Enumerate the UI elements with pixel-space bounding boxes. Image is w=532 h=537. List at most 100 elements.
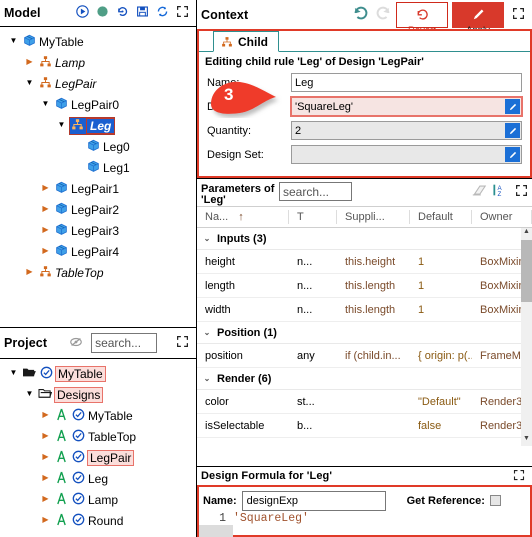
chevron-down-icon[interactable]: ⌄ bbox=[197, 328, 217, 337]
column-header-supplier[interactable]: Suppli... bbox=[337, 210, 410, 224]
project-tree-item[interactable]: TableTop bbox=[0, 426, 196, 447]
expand-icon[interactable] bbox=[176, 335, 189, 351]
model-tree-item[interactable]: LegPair1 bbox=[0, 178, 196, 199]
project-tree-item[interactable]: Lamp bbox=[0, 489, 196, 510]
model-tree-item[interactable]: LegPair2 bbox=[0, 199, 196, 220]
expand-icon[interactable] bbox=[512, 7, 525, 23]
parameters-group-row[interactable]: ⌄ Render (6) bbox=[197, 368, 521, 390]
expand-icon[interactable] bbox=[515, 184, 528, 200]
model-tree-item[interactable]: LegPair bbox=[0, 73, 196, 94]
chevron-right-icon[interactable] bbox=[40, 225, 51, 236]
save-icon[interactable] bbox=[136, 5, 149, 21]
context-field-input[interactable]: Leg bbox=[291, 73, 522, 92]
context-field-input[interactable] bbox=[291, 145, 522, 164]
formula-code-line[interactable]: 1 'SquareLeg' bbox=[199, 512, 530, 525]
model-tree[interactable]: MyTable Lamp LegPair LegPair0 Leg Leg0 Leg1 Leg… bbox=[0, 27, 196, 327]
project-tree-item[interactable]: LegPair bbox=[0, 447, 196, 468]
project-tree[interactable]: MyTable Designs MyTable TableTop LegPair Leg L… bbox=[0, 359, 196, 537]
edit-pencil-icon[interactable] bbox=[505, 147, 520, 162]
chevron-right-icon[interactable] bbox=[40, 452, 51, 463]
chevron-right-icon[interactable] bbox=[40, 473, 51, 484]
edit-pencil-icon[interactable] bbox=[505, 123, 520, 138]
chevron-down-icon[interactable] bbox=[24, 78, 35, 89]
apply-button[interactable]: Apply bbox=[452, 1, 504, 36]
parameters-group-row[interactable]: ⌄ Inputs (3) bbox=[197, 228, 521, 250]
project-tree-item[interactable]: MyTable bbox=[0, 405, 196, 426]
parameters-row[interactable]: color st... "Default" Render3M... bbox=[197, 390, 521, 414]
parameters-search-input[interactable]: search... bbox=[279, 182, 352, 201]
parameters-row[interactable]: length n... this.length 1 BoxMixin bbox=[197, 274, 521, 298]
parameters-row[interactable]: position any if (child.in... { origin: p(..… bbox=[197, 344, 521, 368]
chevron-right-icon[interactable] bbox=[24, 57, 35, 68]
sort-az-icon[interactable]: AZ bbox=[493, 183, 509, 200]
chevron-down-icon[interactable] bbox=[24, 389, 35, 400]
run-icon[interactable] bbox=[76, 5, 89, 21]
parameters-row[interactable]: width n... this.length 1 BoxMixin bbox=[197, 298, 521, 322]
design-icon bbox=[54, 450, 68, 466]
chevron-right-icon[interactable] bbox=[24, 267, 35, 278]
project-tree-item-label: Leg bbox=[88, 471, 109, 486]
parameters-scrollbar[interactable]: ▲ ▼ bbox=[521, 228, 532, 446]
model-tree-item[interactable]: Leg bbox=[0, 115, 196, 136]
column-header-type[interactable]: T bbox=[289, 210, 337, 224]
chevron-down-icon[interactable] bbox=[40, 99, 51, 110]
scroll-down-arrow[interactable]: ▼ bbox=[521, 435, 532, 446]
project-tree-item[interactable]: MyTable bbox=[0, 363, 196, 384]
model-tree-item[interactable]: LegPair0 bbox=[0, 94, 196, 115]
context-field-input[interactable]: 2 bbox=[291, 121, 522, 140]
check-circle-icon[interactable] bbox=[71, 492, 85, 508]
history-icon[interactable] bbox=[116, 5, 129, 21]
revert-button[interactable]: Revert bbox=[396, 1, 448, 36]
model-tree-item[interactable]: Leg0 bbox=[0, 136, 196, 157]
refresh-icon[interactable] bbox=[156, 5, 169, 21]
chevron-right-icon[interactable] bbox=[40, 515, 51, 526]
chevron-down-icon[interactable]: ⌄ bbox=[197, 234, 217, 243]
project-search-input[interactable]: search... bbox=[91, 333, 158, 353]
parameters-table[interactable]: ⌄ Inputs (3) height n... this.height 1 BoxMixi… bbox=[197, 228, 521, 446]
check-circle-icon[interactable] bbox=[39, 366, 53, 382]
check-circle-icon[interactable] bbox=[71, 450, 85, 466]
model-tree-item[interactable]: MyTable bbox=[0, 31, 196, 52]
chevron-right-icon[interactable] bbox=[40, 246, 51, 257]
chevron-down-icon[interactable] bbox=[56, 120, 67, 131]
link-slash-icon[interactable] bbox=[69, 335, 83, 352]
chevron-right-icon[interactable] bbox=[40, 183, 51, 194]
check-circle-icon[interactable] bbox=[71, 471, 85, 487]
expand-icon[interactable] bbox=[513, 469, 525, 484]
chevron-right-icon[interactable] bbox=[40, 494, 51, 505]
chevron-right-icon[interactable] bbox=[40, 410, 51, 421]
model-tree-item[interactable]: Leg1 bbox=[0, 157, 196, 178]
scrollbar-thumb[interactable] bbox=[521, 240, 532, 302]
column-header-owner[interactable]: Owner bbox=[472, 210, 532, 224]
check-circle-icon[interactable] bbox=[71, 429, 85, 445]
project-tree-item[interactable]: Leg bbox=[0, 468, 196, 489]
record-icon[interactable] bbox=[96, 5, 109, 21]
column-header-name[interactable]: Na... ↑ bbox=[197, 210, 289, 224]
chevron-down-icon[interactable] bbox=[8, 36, 19, 47]
chevron-down-icon[interactable]: ⌄ bbox=[197, 374, 217, 383]
formula-name-input[interactable]: designExp bbox=[241, 490, 386, 511]
eraser-icon[interactable] bbox=[471, 184, 487, 200]
parameters-row[interactable]: height n... this.height 1 BoxMixin bbox=[197, 250, 521, 274]
chevron-down-icon[interactable] bbox=[8, 368, 19, 379]
model-tree-item[interactable]: TableTop bbox=[0, 262, 196, 283]
parameters-row[interactable]: isSelectable b... false Render3M... bbox=[197, 414, 521, 438]
chevron-right-icon[interactable] bbox=[40, 204, 51, 215]
model-tree-item[interactable]: Lamp bbox=[0, 52, 196, 73]
model-tree-item[interactable]: LegPair3 bbox=[0, 220, 196, 241]
check-circle-icon[interactable] bbox=[71, 513, 85, 529]
project-tree-item[interactable]: Designs bbox=[0, 384, 196, 405]
scroll-up-arrow[interactable]: ▲ bbox=[521, 228, 532, 239]
column-header-default[interactable]: Default bbox=[410, 210, 472, 224]
get-reference-checkbox[interactable] bbox=[489, 495, 501, 506]
chevron-right-icon[interactable] bbox=[40, 431, 51, 442]
expand-icon[interactable] bbox=[176, 5, 189, 21]
parameters-group-row[interactable]: ⌄ Position (1) bbox=[197, 322, 521, 344]
project-tree-item[interactable]: Round bbox=[0, 510, 196, 531]
tab-child[interactable]: Child bbox=[213, 31, 279, 52]
edit-pencil-icon[interactable] bbox=[505, 99, 520, 114]
undo-icon[interactable] bbox=[352, 4, 370, 25]
model-tree-item[interactable]: LegPair4 bbox=[0, 241, 196, 262]
context-field-input[interactable]: 'SquareLeg' bbox=[290, 96, 523, 117]
check-circle-icon[interactable] bbox=[71, 408, 85, 424]
